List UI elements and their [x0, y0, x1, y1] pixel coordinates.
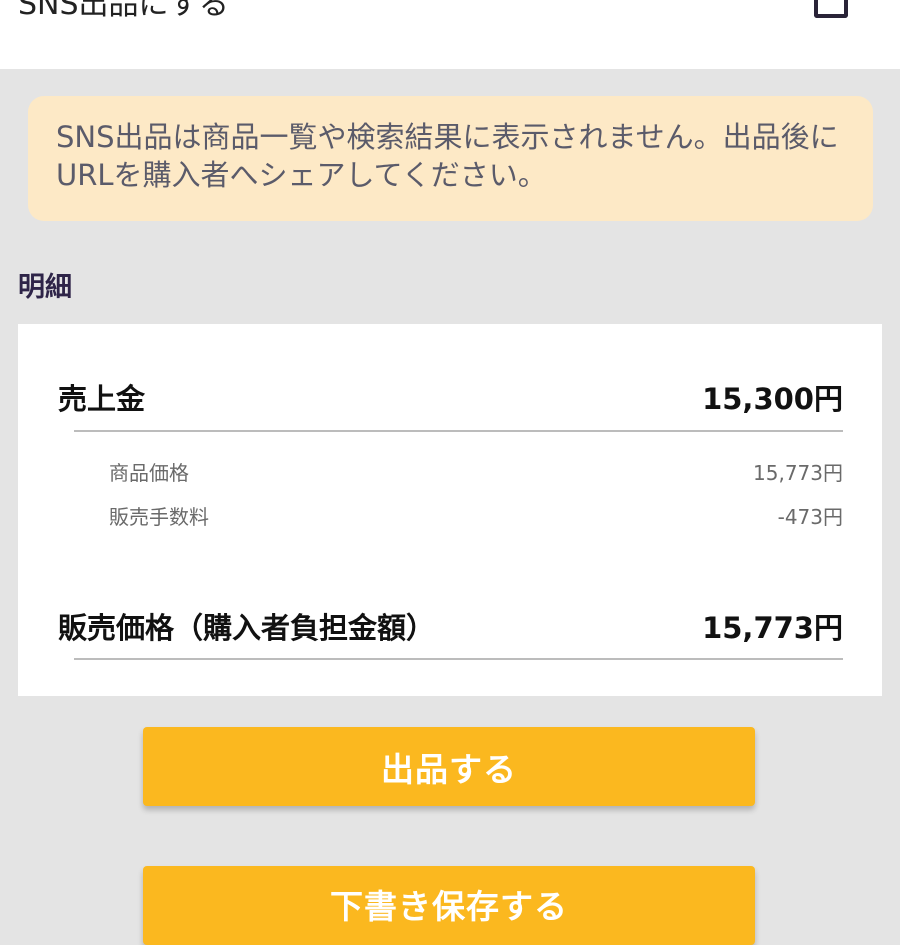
item-price-row: 商品価格 15,773円: [109, 457, 843, 486]
item-price-label: 商品価格: [109, 461, 189, 485]
sales-amount-value: 15,300円: [702, 382, 843, 416]
fee-label: 販売手数料: [109, 505, 209, 529]
sns-listing-checkbox[interactable]: [814, 0, 848, 18]
divider: [74, 430, 843, 432]
item-price-value: 15,773円: [753, 461, 843, 485]
breakdown-card: 売上金 15,300円 商品価格 15,773円 販売手数料 -473円 販売価…: [18, 324, 882, 696]
sns-listing-row: SNS出品にする: [0, 0, 900, 69]
divider: [74, 658, 843, 660]
sns-notice-text: SNS出品は商品一覧や検索結果に表示されません。出品後にURLを購入者へシェアし…: [56, 120, 839, 192]
sales-amount-label: 売上金: [58, 382, 146, 416]
fee-value: -473円: [777, 505, 843, 529]
breakdown-title: 明細: [18, 272, 72, 303]
list-item-button[interactable]: 出品する: [143, 727, 755, 806]
selling-price-row: 販売価格（購入者負担金額） 15,773円: [58, 605, 843, 647]
selling-price-label: 販売価格（購入者負担金額）: [58, 611, 436, 645]
selling-price-value: 15,773円: [702, 611, 843, 645]
sns-listing-label: SNS出品にする: [18, 0, 229, 22]
sns-notice-box: SNS出品は商品一覧や検索結果に表示されません。出品後にURLを購入者へシェアし…: [28, 96, 873, 221]
sales-amount-row: 売上金 15,300円: [58, 376, 843, 418]
save-draft-button[interactable]: 下書き保存する: [143, 866, 755, 945]
fee-row: 販売手数料 -473円: [109, 501, 843, 530]
